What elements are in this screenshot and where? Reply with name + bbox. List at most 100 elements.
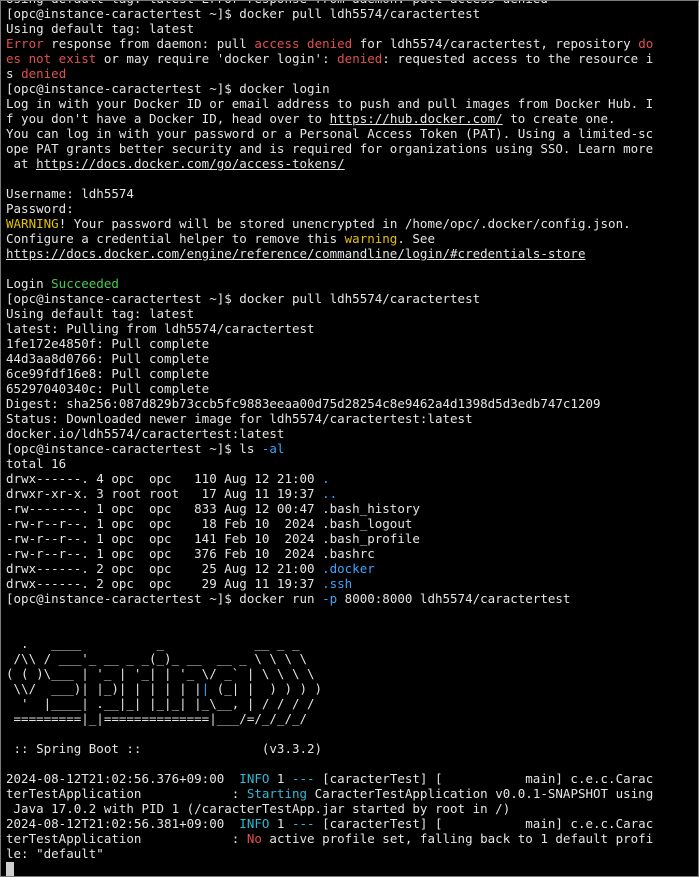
terminal-line: You can log in with your password or a P… bbox=[6, 126, 694, 141]
terminal-window[interactable]: Using default tag: latest Error response… bbox=[0, 0, 699, 877]
terminal-text: ! Your password will be stored unencrypt… bbox=[58, 216, 631, 231]
terminal-text: latest: Pulling from ldh5574/caractertes… bbox=[6, 321, 315, 336]
terminal-line: -rw-------. 1 opc opc 833 Aug 12 00:47 .… bbox=[6, 501, 694, 516]
terminal-line: latest: Pulling from ldh5574/caractertes… bbox=[6, 321, 694, 336]
terminal-text: -p bbox=[322, 591, 338, 606]
terminal-line: . ____ _ __ _ _ bbox=[6, 636, 694, 651]
terminal-text: [caracterTest] [ main] c.e.c.Carac bbox=[314, 771, 654, 786]
terminal-text: Starting bbox=[246, 786, 308, 801]
terminal-text: Configure a credential helper to remove … bbox=[6, 231, 345, 246]
terminal-text: s bbox=[6, 66, 22, 81]
terminal-text: . See bbox=[397, 231, 435, 246]
terminal-line: [opc@instance-caractertest ~]$ docker lo… bbox=[6, 81, 694, 96]
terminal-line: :: Spring Boot :: (v3.3.2) bbox=[6, 741, 694, 756]
terminal-text: :: Spring Boot :: (v3.3.2) bbox=[6, 741, 323, 756]
terminal-text: warning bbox=[344, 231, 398, 246]
terminal-text: 65297040340c: Pull complete bbox=[6, 381, 210, 396]
terminal-text: ope PAT grants better security and is re… bbox=[6, 141, 654, 156]
terminal-text: INFO bbox=[239, 771, 270, 786]
terminal-line: le: "default" bbox=[6, 846, 694, 861]
terminal-text: or may require 'docker login': bbox=[96, 51, 338, 66]
terminal-text: WARNING bbox=[6, 216, 59, 231]
terminal-line: ( ( )\___ | '_ | '_| | '_ \/ _` | \ \ \ … bbox=[6, 666, 694, 681]
terminal-line: docker.io/ldh5574/caractertest:latest bbox=[6, 426, 694, 441]
terminal-line: Username: ldh5574 bbox=[6, 186, 694, 201]
terminal-text: 2024-08-12T21:02:56.376+09:00 bbox=[6, 771, 240, 786]
terminal-line: [opc@instance-caractertest ~]$ ls -al bbox=[6, 441, 694, 456]
terminal-line: Using default tag: latest bbox=[6, 21, 694, 36]
terminal-text: at bbox=[6, 156, 37, 171]
terminal-text: No bbox=[246, 831, 262, 846]
terminal-text: denied bbox=[21, 66, 67, 81]
terminal-line: es not exist or may require 'docker logi… bbox=[6, 51, 694, 66]
terminal-line: -rw-r--r--. 1 opc opc 376 Feb 10 2024 .b… bbox=[6, 546, 694, 561]
terminal-text: drwx------. 2 opc opc 29 Aug 11 19:37 bbox=[6, 576, 323, 591]
terminal-link[interactable]: https://docs.docker.com/go/access-tokens… bbox=[36, 156, 345, 171]
terminal-line: =========|_|==============|___/=/_/_/_/ bbox=[6, 711, 694, 726]
terminal-line: drwx------. 2 opc opc 25 Aug 12 21:00 .d… bbox=[6, 561, 694, 576]
cursor-block bbox=[6, 862, 14, 876]
terminal-line: 2024-08-12T21:02:56.376+09:00 INFO 1 ---… bbox=[6, 771, 694, 786]
terminal-line: 2024-08-12T21:02:56.381+09:00 INFO 1 ---… bbox=[6, 816, 694, 831]
terminal-text: 2024-08-12T21:02:56.381+09:00 bbox=[6, 816, 240, 831]
terminal-text: to create one. bbox=[502, 111, 616, 126]
terminal-line: https://docs.docker.com/engine/reference… bbox=[6, 246, 694, 261]
terminal-text: Succeeded bbox=[51, 276, 119, 291]
terminal-text: : requested access to the resource i bbox=[382, 51, 654, 66]
terminal-text: .docker bbox=[322, 561, 375, 576]
terminal-line: Login Succeeded bbox=[6, 276, 694, 291]
terminal-text: Error bbox=[6, 36, 44, 51]
terminal-line: Status: Downloaded newer image for ldh55… bbox=[6, 411, 694, 426]
terminal-line: \\/ ___)| |_)| | | | | || (_| | ) ) ) ) bbox=[6, 681, 694, 696]
terminal-text: es not exist bbox=[6, 51, 97, 66]
terminal-line: terTestApplication : Starting CaracterTe… bbox=[6, 786, 694, 801]
terminal-text: Password: bbox=[6, 201, 74, 216]
terminal-text: -rw-r--r--. 1 opc opc 141 Feb 10 2024 .b… bbox=[6, 531, 420, 546]
terminal-line: [opc@instance-caractertest ~]$ docker pu… bbox=[6, 291, 694, 306]
terminal-text: You can log in with your password or a P… bbox=[6, 126, 654, 141]
terminal-text: drwxr-xr-x. 3 root root 17 Aug 11 19:37 bbox=[6, 486, 323, 501]
terminal-line: total 16 bbox=[6, 456, 694, 471]
terminal-line: 6ce99fdf16e8: Pull complete bbox=[6, 366, 694, 381]
terminal-text: 1 bbox=[269, 816, 292, 831]
terminal-line: 44d3aa8d0766: Pull complete bbox=[6, 351, 694, 366]
terminal-text: -al bbox=[261, 441, 285, 456]
terminal-text: CaracterTestApplication v0.0.1-SNAPSHOT … bbox=[307, 786, 654, 801]
terminal-text: [opc@instance-caractertest ~]$ ls bbox=[6, 441, 262, 456]
terminal-text: f you don't have a Docker ID, head over … bbox=[6, 111, 330, 126]
terminal-text: -rw-------. 1 opc opc 833 Aug 12 00:47 .… bbox=[6, 501, 420, 516]
terminal-link[interactable]: https://hub.docker.com/ bbox=[330, 111, 503, 126]
terminal-line: f you don't have a Docker ID, head over … bbox=[6, 111, 694, 126]
terminal-line: drwxr-xr-x. 3 root root 17 Aug 11 19:37 … bbox=[6, 486, 694, 501]
terminal-text: \\/ ___)| |_)| | | | | | bbox=[6, 681, 202, 696]
terminal-text: [opc@instance-caractertest ~]$ docker pu… bbox=[6, 291, 481, 306]
terminal-text: -rw-r--r--. 1 opc opc 376 Feb 10 2024 .b… bbox=[6, 546, 375, 561]
terminal-text: 1 bbox=[269, 771, 292, 786]
prompt-line[interactable] bbox=[6, 861, 694, 876]
terminal-text: 1fe172e4850f: Pull complete bbox=[6, 336, 210, 351]
terminal-line: ope PAT grants better security and is re… bbox=[6, 141, 694, 156]
terminal-text: (_| | ) ) ) ) bbox=[209, 681, 323, 696]
terminal-text: INFO bbox=[239, 816, 270, 831]
terminal-text: [opc@instance-caractertest ~]$ docker lo… bbox=[6, 81, 330, 96]
terminal-text: drwx------. 4 opc opc 110 Aug 12 21:00 bbox=[6, 471, 323, 486]
terminal-line: ' |____| .__|_| |_|_| |_\__, | / / / / bbox=[6, 696, 694, 711]
terminal-text: ' |____| .__|_| |_|_| |_\__, | / / / / bbox=[6, 696, 315, 711]
terminal-line: -rw-r--r--. 1 opc opc 18 Feb 10 2024 .ba… bbox=[6, 516, 694, 531]
terminal-text: denied bbox=[337, 51, 383, 66]
terminal-text: terTestApplication : bbox=[6, 831, 247, 846]
terminal-line: 1fe172e4850f: Pull complete bbox=[6, 336, 694, 351]
terminal-line: terTestApplication : No active profile s… bbox=[6, 831, 694, 846]
terminal-text: active profile set, falling back to 1 de… bbox=[261, 831, 654, 846]
terminal-text: Using default tag: latest bbox=[6, 306, 195, 321]
terminal-line: drwx------. 2 opc opc 29 Aug 11 19:37 .s… bbox=[6, 576, 694, 591]
terminal-output: Using default tag: latest Error response… bbox=[6, 1, 694, 876]
terminal-text: for ldh5574/caractertest, repository bbox=[352, 36, 639, 51]
terminal-text: ( ( )\___ | '_ | '_| | '_ \/ _` | \ \ \ … bbox=[6, 666, 315, 681]
terminal-text: response from daemon: pull bbox=[43, 36, 255, 51]
terminal-link[interactable]: https://docs.docker.com/engine/reference… bbox=[6, 246, 585, 261]
